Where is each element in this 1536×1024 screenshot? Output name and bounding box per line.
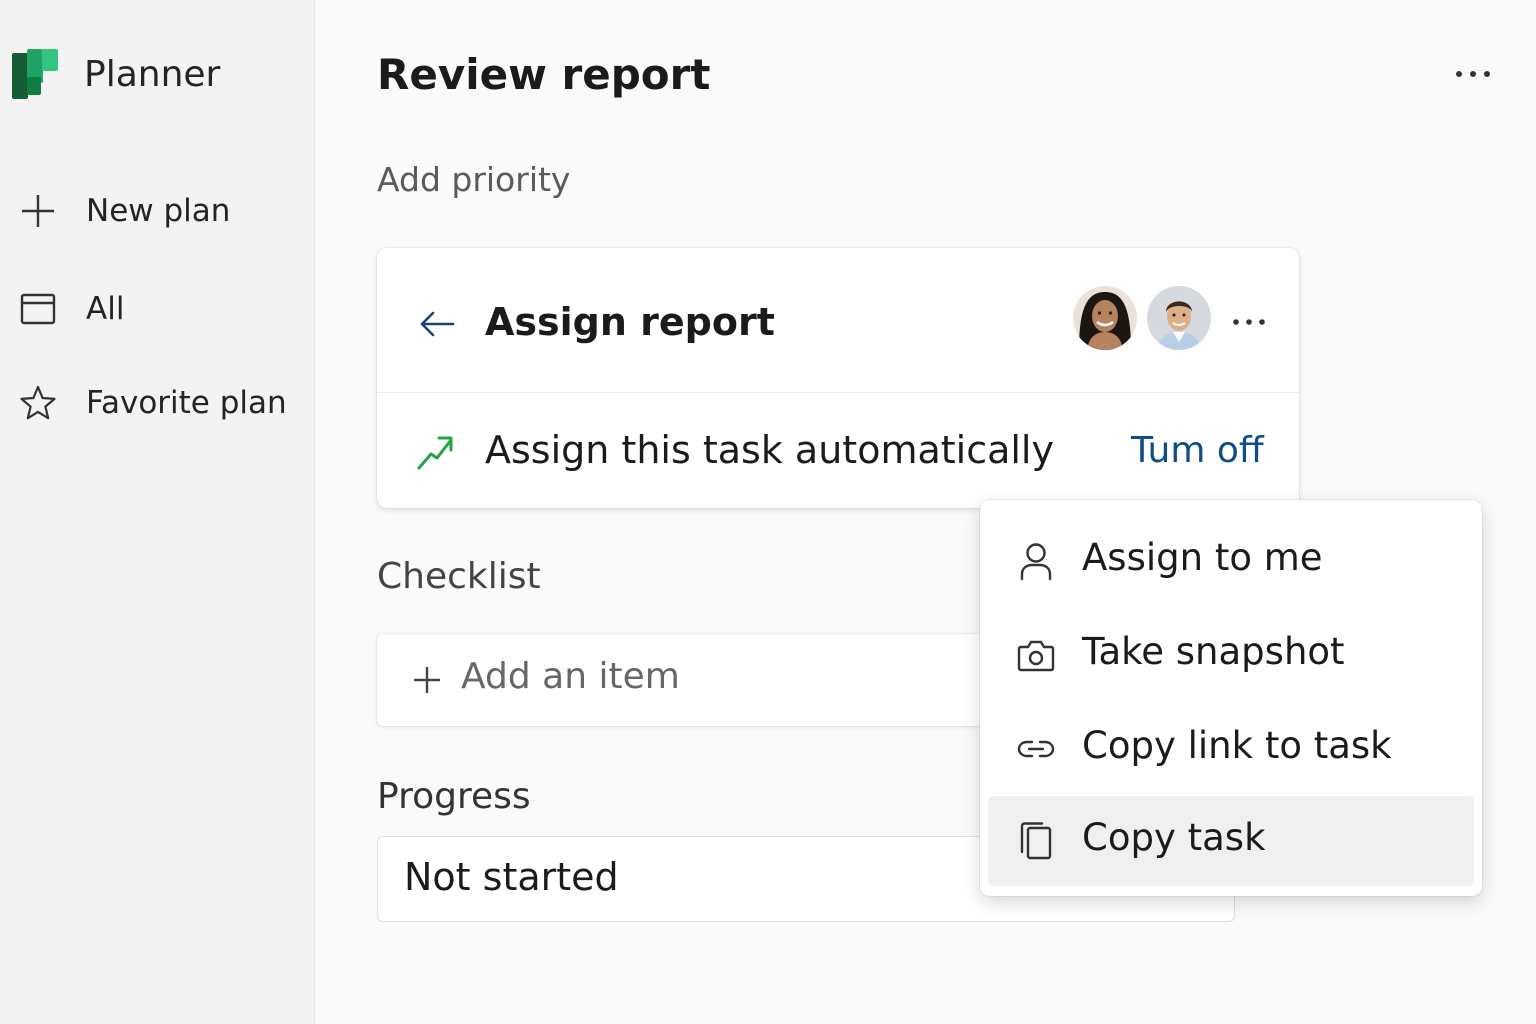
star-icon: [18, 383, 58, 423]
assign-card-header: Assign report: [377, 248, 1299, 393]
page-title[interactable]: Review report: [377, 50, 710, 99]
menu-item-label: Assign to me: [1082, 536, 1323, 579]
assign-card: Assign report Assign this task automatic…: [377, 248, 1299, 508]
menu-item-assign-to-me[interactable]: Assign to me: [988, 516, 1474, 606]
menu-item-copy-task[interactable]: Copy task: [988, 796, 1474, 886]
app-title: Planner: [84, 54, 221, 95]
link-icon: [1014, 728, 1058, 770]
task-context-menu: Assign to me Take snapshot Copy link to …: [980, 500, 1482, 896]
back-arrow-icon[interactable]: [415, 304, 459, 344]
turn-off-button[interactable]: Tum off: [1131, 430, 1264, 471]
more-horizontal-icon[interactable]: [1451, 60, 1495, 88]
sidebar-item-favorite-plan[interactable]: Favorite plan: [18, 378, 287, 428]
add-item-placeholder: Add an item: [461, 656, 680, 697]
menu-item-take-snapshot[interactable]: Take snapshot: [988, 610, 1474, 700]
menu-item-label: Take snapshot: [1082, 630, 1345, 673]
assignee-avatar-1[interactable]: [1073, 286, 1137, 350]
trending-up-arrow-icon: [413, 432, 457, 472]
progress-value: Not started: [404, 855, 619, 899]
menu-item-copy-link[interactable]: Copy link to task: [988, 704, 1474, 794]
more-horizontal-icon[interactable]: [1229, 308, 1269, 336]
sidebar-item-label: Favorite plan: [86, 385, 287, 421]
copy-icon: [1014, 820, 1058, 862]
sidebar-item-label: All: [86, 291, 125, 327]
plus-icon: [18, 191, 58, 231]
progress-heading: Progress: [377, 776, 531, 817]
add-priority-link[interactable]: Add priority: [377, 160, 570, 199]
assignee-avatar-2[interactable]: [1147, 286, 1211, 350]
app-brand[interactable]: Planner: [12, 46, 220, 102]
checklist-heading: Checklist: [377, 556, 541, 597]
person-icon: [1014, 540, 1058, 582]
menu-item-label: Copy link to task: [1082, 724, 1392, 767]
plus-icon: [411, 664, 443, 696]
camera-icon: [1014, 634, 1058, 676]
window-icon: [18, 289, 58, 329]
sidebar-item-all[interactable]: All: [18, 284, 124, 334]
sidebar-item-label: New plan: [86, 193, 231, 229]
menu-item-label: Copy task: [1082, 816, 1266, 859]
assign-card-title: Assign report: [485, 300, 775, 344]
planner-logo-icon: [12, 47, 58, 101]
auto-assign-row: Assign this task automatically Tum off: [377, 394, 1299, 508]
sidebar-item-new-plan[interactable]: New plan: [18, 186, 230, 236]
auto-assign-label: Assign this task automatically: [485, 428, 1054, 472]
sidebar: Planner New plan All Favorite plan: [0, 0, 315, 1024]
